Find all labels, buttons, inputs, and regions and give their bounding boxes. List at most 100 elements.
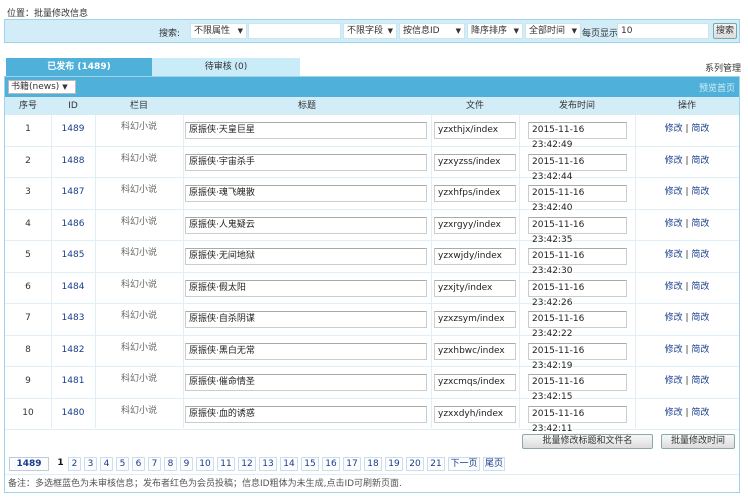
page-link[interactable]: 16 — [322, 457, 340, 471]
quick-edit-link[interactable]: 简改 — [691, 156, 709, 166]
quick-edit-link[interactable]: 简改 — [691, 219, 709, 229]
title-input[interactable]: 原振侠·催命情圣 — [185, 374, 427, 391]
row-id[interactable]: 1481 — [51, 367, 95, 398]
row-id[interactable]: 1486 — [51, 210, 95, 241]
row-id[interactable]: 1485 — [51, 241, 95, 272]
page-link[interactable]: 3 — [84, 457, 97, 471]
per-page-input[interactable]: 10 — [617, 23, 709, 39]
page-link[interactable]: 17 — [343, 457, 361, 471]
row-no: 9 — [25, 376, 31, 386]
batch-edit-title-file-button[interactable]: 批量修改标题和文件名 — [522, 434, 653, 449]
row-id[interactable]: 1480 — [51, 399, 95, 430]
filename-input[interactable]: yzxwjdy/index — [434, 248, 516, 265]
page-link[interactable]: 10 — [196, 457, 214, 471]
page-link[interactable]: 21 — [427, 457, 445, 471]
row-id[interactable]: 1483 — [51, 304, 95, 335]
quick-edit-link[interactable]: 简改 — [691, 313, 709, 323]
quick-edit-link[interactable]: 简改 — [691, 282, 709, 292]
model-select[interactable]: 书籍(news) ▼ — [8, 80, 76, 94]
footnote: 备注：多选框蓝色为未审核信息；发布者红色为会员投稿；信息ID粗体为未生成,点击I… — [5, 474, 739, 492]
edit-link[interactable]: 修改 — [665, 187, 683, 197]
filename-input[interactable]: yzxzsym/index — [434, 311, 516, 328]
edit-link[interactable]: 修改 — [665, 124, 683, 134]
field-select[interactable]: 不限字段 ▼ — [343, 23, 397, 39]
page-link[interactable]: 18 — [364, 457, 382, 471]
title-input[interactable]: 原振侠·无间地狱 — [185, 248, 427, 265]
order-by-select[interactable]: 按信息ID ▼ — [399, 23, 465, 39]
quick-edit-link[interactable]: 简改 — [691, 250, 709, 260]
quick-edit-link[interactable]: 简改 — [691, 408, 709, 418]
publish-time-input[interactable]: 2015-11-16 23:42:44 — [528, 153, 627, 182]
tab-published[interactable]: 已发布 (1489) — [6, 58, 152, 76]
filename-input[interactable]: yzxxdyh/index — [434, 405, 516, 423]
last-page-link[interactable]: 尾页 — [483, 457, 505, 471]
publish-time-input[interactable]: 2015-11-16 23:42:11 — [528, 405, 627, 434]
title-input[interactable]: 原振侠·天皇巨星 — [185, 122, 427, 139]
page-link[interactable]: 14 — [280, 457, 298, 471]
sort-select[interactable]: 降序排序 ▼ — [467, 23, 523, 39]
title-input[interactable]: 原振侠·血的诱惑 — [185, 405, 427, 423]
publish-time-input[interactable]: 2015-11-16 23:42:26 — [528, 279, 627, 308]
page-link[interactable]: 20 — [406, 457, 424, 471]
batch-edit-time-button[interactable]: 批量修改时间 — [661, 434, 735, 449]
page-link[interactable]: 12 — [238, 457, 256, 471]
page-link[interactable]: 9 — [180, 457, 193, 471]
page-link[interactable]: 15 — [301, 457, 319, 471]
page-link[interactable]: 5 — [116, 457, 129, 471]
publish-time-input[interactable]: 2015-11-16 23:42:40 — [528, 185, 627, 213]
filename-input[interactable]: yzxcmqs/index — [434, 374, 516, 391]
time-select[interactable]: 全部时间 ▼ — [525, 23, 581, 39]
tab-pending[interactable]: 待审核 (0) — [152, 58, 300, 76]
title-input[interactable]: 原振侠·黑白无常 — [185, 342, 427, 360]
page-link[interactable]: 7 — [148, 457, 161, 471]
quick-edit-link[interactable]: 简改 — [691, 124, 709, 134]
edit-link[interactable]: 修改 — [665, 376, 683, 386]
edit-link[interactable]: 修改 — [665, 156, 683, 166]
publish-time-input[interactable]: 2015-11-16 23:42:49 — [528, 122, 627, 150]
publish-time-input[interactable]: 2015-11-16 23:42:22 — [528, 311, 627, 339]
column-divider — [635, 115, 636, 428]
title-input[interactable]: 原振侠·假太阳 — [185, 279, 427, 297]
row-id[interactable]: 1489 — [51, 115, 95, 146]
page-link[interactable]: 8 — [164, 457, 177, 471]
series-management-link[interactable]: 系列管理 — [705, 61, 741, 74]
edit-link[interactable]: 修改 — [665, 282, 683, 292]
filename-input[interactable]: yzxyzss/index — [434, 153, 516, 171]
page-link[interactable]: 6 — [132, 457, 145, 471]
filename-input[interactable]: yzxjty/index — [434, 279, 516, 297]
quick-edit-link[interactable]: 简改 — [691, 376, 709, 386]
filename-input[interactable]: yzxthjx/index — [434, 122, 516, 139]
filename-input[interactable]: yzxhbwc/index — [434, 342, 516, 360]
edit-link[interactable]: 修改 — [665, 313, 683, 323]
edit-link[interactable]: 修改 — [665, 219, 683, 229]
page-link[interactable]: 2 — [68, 457, 81, 471]
row-id[interactable]: 1488 — [51, 147, 95, 178]
filename-input[interactable]: yzxrgyy/index — [434, 216, 516, 234]
title-input[interactable]: 原振侠·人鬼疑云 — [185, 216, 427, 234]
page-link[interactable]: 13 — [259, 457, 277, 471]
attribute-select[interactable]: 不限属性 ▼ — [190, 23, 247, 39]
edit-link[interactable]: 修改 — [665, 408, 683, 418]
publish-time-input[interactable]: 2015-11-16 23:42:15 — [528, 374, 627, 402]
page-link[interactable]: 19 — [385, 457, 403, 471]
quick-edit-link[interactable]: 简改 — [691, 187, 709, 197]
preview-home-link[interactable]: 预览首页 — [699, 81, 735, 94]
next-page-link[interactable]: 下一页 — [448, 457, 480, 471]
keyword-input[interactable] — [248, 23, 341, 39]
title-input[interactable]: 原振侠·宇宙杀手 — [185, 153, 427, 171]
publish-time-input[interactable]: 2015-11-16 23:42:30 — [528, 248, 627, 276]
quick-edit-link[interactable]: 简改 — [691, 345, 709, 355]
page-link[interactable]: 11 — [217, 457, 235, 471]
filename-input[interactable]: yzxhfps/index — [434, 185, 516, 202]
publish-time-input[interactable]: 2015-11-16 23:42:19 — [528, 342, 627, 371]
row-id[interactable]: 1482 — [51, 336, 95, 367]
title-input[interactable]: 原振侠·魂飞魄散 — [185, 185, 427, 202]
edit-link[interactable]: 修改 — [665, 250, 683, 260]
publish-time-input[interactable]: 2015-11-16 23:42:35 — [528, 216, 627, 245]
edit-link[interactable]: 修改 — [665, 345, 683, 355]
row-id[interactable]: 1484 — [51, 273, 95, 304]
page-link[interactable]: 4 — [100, 457, 113, 471]
title-input[interactable]: 原振侠·自杀阴谋 — [185, 311, 427, 328]
row-id[interactable]: 1487 — [51, 178, 95, 209]
search-button[interactable]: 搜索 — [713, 23, 737, 39]
